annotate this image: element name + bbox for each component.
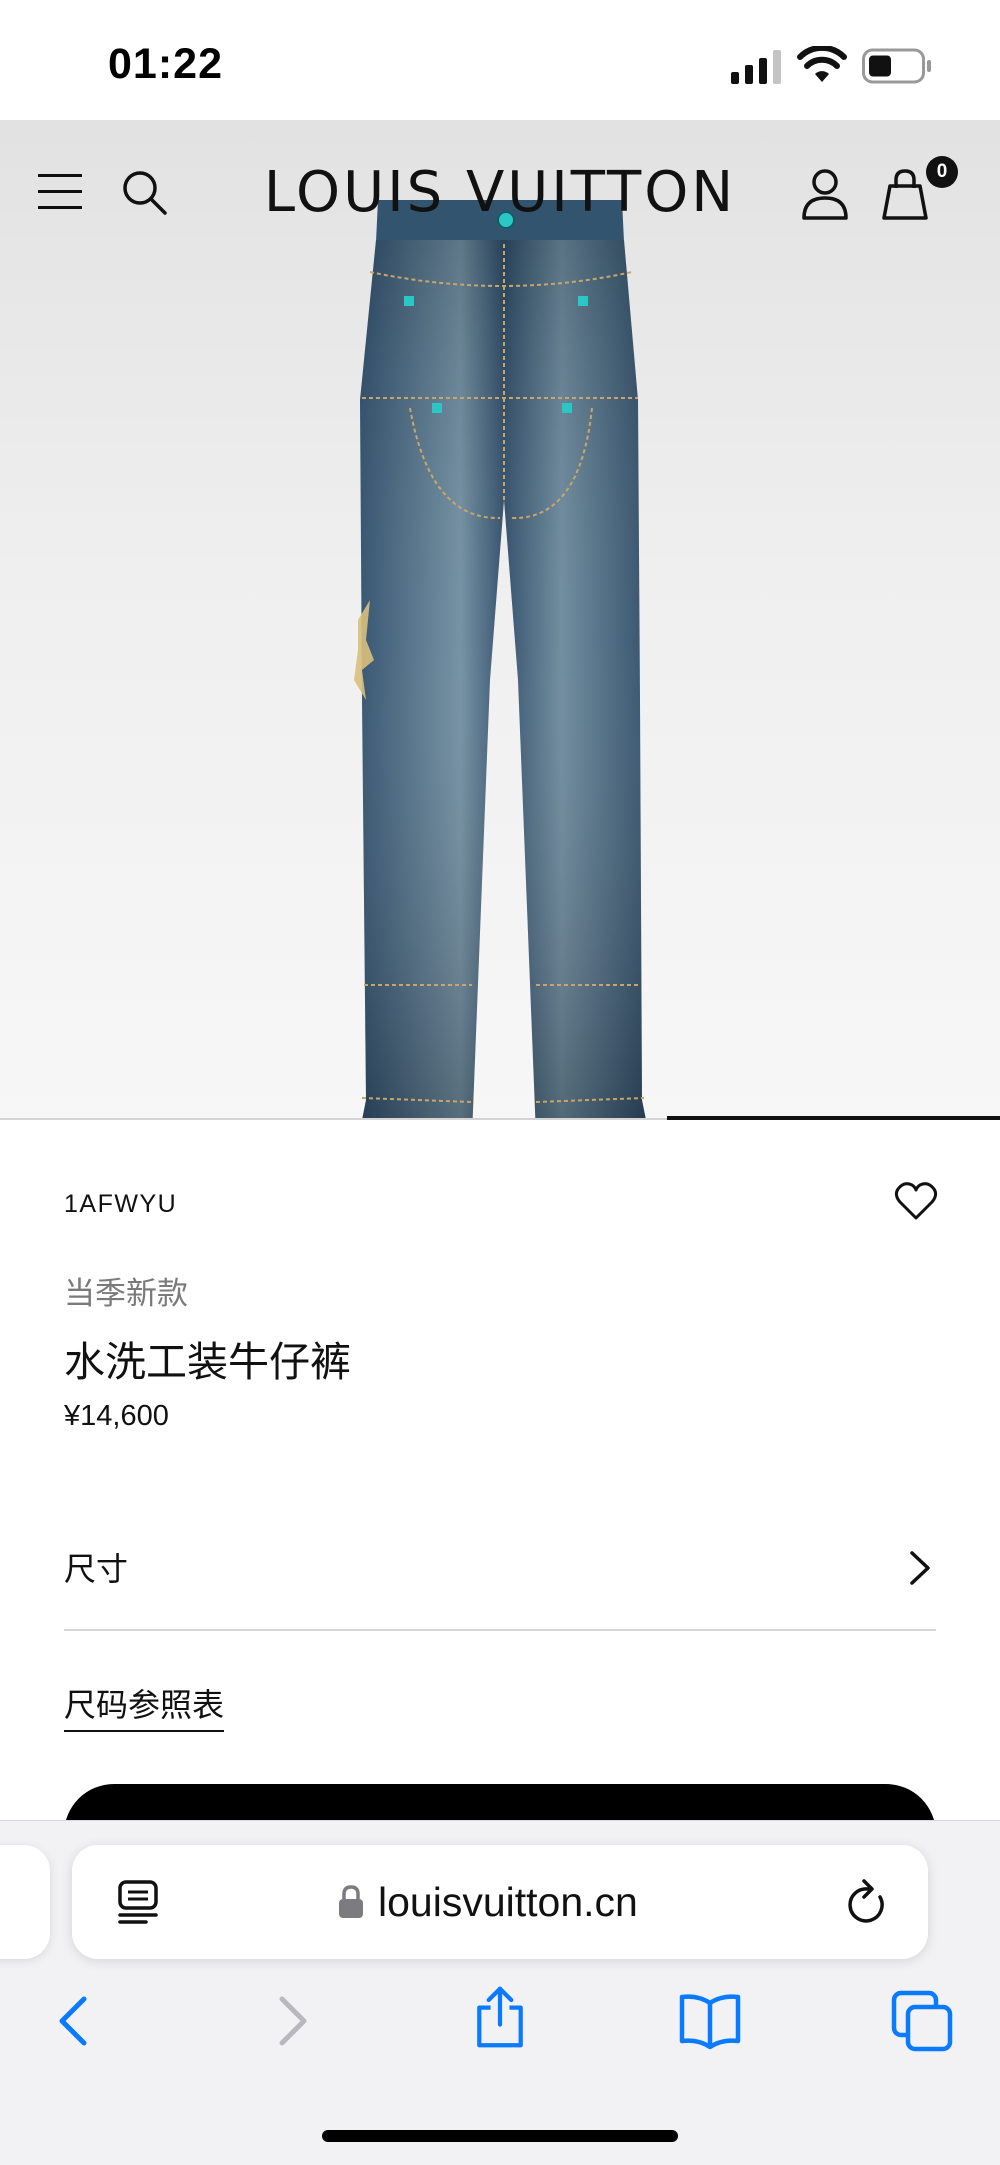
reader-icon[interactable] xyxy=(116,1879,160,1925)
new-season-badge: 当季新款 xyxy=(64,1276,188,1311)
divider xyxy=(64,1629,936,1631)
previous-tab-card[interactable] xyxy=(0,1845,50,1959)
browser-toolbar: louisvuitton.cn xyxy=(0,1820,1000,2165)
status-bar: 01:22 xyxy=(0,0,1000,120)
forward-icon[interactable] xyxy=(258,1989,322,2053)
cart-count-badge: 0 xyxy=(926,156,958,188)
product-sku: 1AFWYU xyxy=(64,1190,178,1218)
account-icon[interactable] xyxy=(800,168,850,220)
brand-logo[interactable]: LOUIS VUITTON xyxy=(0,160,1000,225)
denim-jeans-image xyxy=(354,200,646,1120)
cellular-signal-icon xyxy=(731,50,781,84)
wishlist-heart-icon[interactable] xyxy=(894,1180,938,1222)
size-selector[interactable]: 尺寸 xyxy=(64,1520,936,1630)
address-bar[interactable]: louisvuitton.cn xyxy=(72,1845,928,1959)
share-icon[interactable] xyxy=(468,1985,532,2049)
chevron-right-icon xyxy=(910,1551,930,1585)
status-time: 01:22 xyxy=(108,40,223,88)
reload-icon[interactable] xyxy=(844,1877,890,1927)
carousel-position-indicator xyxy=(667,1116,1000,1120)
size-label: 尺寸 xyxy=(64,1551,129,1587)
lock-icon xyxy=(339,1885,363,1918)
url-text[interactable]: louisvuitton.cn xyxy=(378,1879,638,1926)
product-name: 水洗工装牛仔裤 xyxy=(64,1339,351,1385)
product-price: ¥14,600 xyxy=(64,1400,169,1432)
product-hero-image[interactable] xyxy=(0,120,1000,1120)
back-icon[interactable] xyxy=(44,1989,108,2053)
size-guide-link[interactable]: 尺码参照表 xyxy=(64,1680,225,1732)
shopping-bag-icon[interactable] xyxy=(880,168,930,220)
wifi-icon xyxy=(797,46,847,82)
battery-icon xyxy=(862,48,931,84)
tabs-icon[interactable] xyxy=(890,1989,954,2053)
home-indicator[interactable] xyxy=(322,2130,678,2142)
bookmarks-icon[interactable] xyxy=(678,1989,742,2053)
